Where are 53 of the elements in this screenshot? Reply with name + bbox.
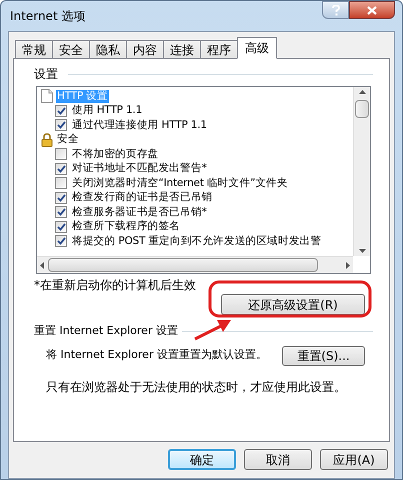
option-label[interactable]: 通过代理连接使用 HTTP 1.1 bbox=[71, 118, 208, 132]
check-icon bbox=[56, 164, 66, 173]
scroll-left-icon bbox=[40, 262, 44, 268]
scroll-up-icon bbox=[358, 90, 366, 94]
checkbox[interactable] bbox=[55, 162, 67, 175]
option-label[interactable]: 不将加密的页存盘 bbox=[71, 148, 160, 161]
checkbox[interactable] bbox=[55, 235, 67, 248]
tab[interactable]: 高级 bbox=[237, 37, 277, 59]
option-label[interactable]: 对证书地址不匹配发出警告* bbox=[71, 162, 208, 176]
checkbox[interactable] bbox=[55, 206, 67, 218]
tab[interactable]: 内容 bbox=[126, 40, 164, 59]
tab[interactable]: 常规 bbox=[15, 40, 53, 59]
tab[interactable]: 连接 bbox=[163, 40, 201, 59]
window-title: Internet 选项 bbox=[9, 8, 86, 25]
reset-note: 只有在浏览器处于无法使用的状态时，才应使用此设置。 bbox=[46, 378, 347, 396]
checkbox[interactable] bbox=[55, 220, 67, 233]
close-button[interactable] bbox=[349, 1, 395, 19]
checkbox[interactable] bbox=[55, 104, 67, 117]
scroll-right-icon bbox=[346, 262, 350, 268]
option-label[interactable]: 检查所下载程序的签名 bbox=[71, 220, 182, 234]
dialog-button[interactable]: 应用(A) bbox=[320, 449, 388, 470]
help-icon bbox=[332, 4, 340, 16]
page-icon bbox=[41, 89, 53, 104]
group-title: 重置 Internet Explorer 设置 bbox=[34, 323, 178, 339]
dialog-button[interactable]: 确定 bbox=[168, 449, 236, 470]
horizontal-scrollbar[interactable] bbox=[37, 256, 353, 273]
scroll-down-icon bbox=[358, 249, 366, 253]
tab[interactable]: 隐私 bbox=[89, 40, 127, 59]
option-label[interactable]: 将提交的 POST 重定向到不允许发送的区域时发出警 bbox=[71, 234, 322, 248]
group-title: 设置 bbox=[34, 66, 58, 83]
option-label[interactable]: 使用 HTTP 1.1 bbox=[71, 104, 144, 118]
option-label[interactable]: 关闭浏览器时清空“Internet 临时文件”文件夹 bbox=[71, 176, 289, 190]
scroll-thumb[interactable] bbox=[355, 100, 369, 118]
dialog-button[interactable]: 取消 bbox=[244, 449, 312, 470]
section-label[interactable]: 安全 bbox=[56, 133, 80, 146]
checkbox[interactable] bbox=[55, 148, 67, 160]
tab[interactable]: 程序 bbox=[200, 40, 238, 59]
help-button[interactable] bbox=[322, 1, 349, 19]
tab[interactable]: 安全 bbox=[52, 40, 90, 59]
close-icon bbox=[367, 6, 377, 14]
checkbox[interactable] bbox=[55, 192, 67, 204]
checkbox[interactable] bbox=[55, 119, 67, 132]
option-label[interactable]: 检查发行商的证书是否已吊销 bbox=[71, 191, 214, 204]
restore-advanced-button[interactable]: 还原高级设置(R) bbox=[221, 294, 365, 315]
arrow-annotation bbox=[193, 317, 233, 341]
restart-note: *在重新启动你的计算机后生效 bbox=[34, 277, 197, 294]
vertical-scrollbar[interactable] bbox=[353, 87, 370, 256]
scroll-thumb[interactable] bbox=[48, 258, 318, 272]
lock-icon bbox=[41, 132, 53, 147]
reset-description: 将 Internet Explorer 设置重置为默认设置。 bbox=[46, 347, 267, 364]
checkbox[interactable] bbox=[55, 177, 67, 190]
reset-button[interactable]: 重置(S)... bbox=[282, 346, 365, 366]
option-label[interactable]: 检查服务器证书是否已吊销* bbox=[71, 206, 208, 219]
